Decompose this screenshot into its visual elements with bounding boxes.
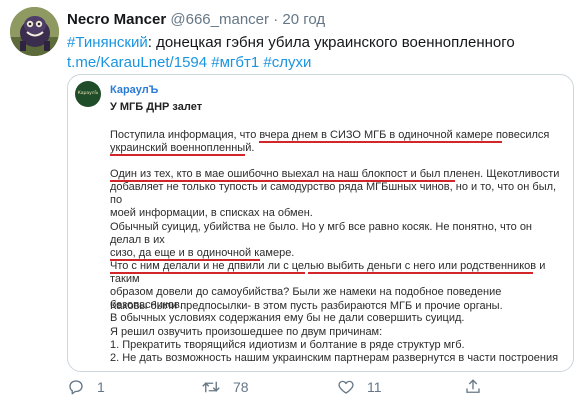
red-underline	[110, 272, 305, 274]
avatar-image	[10, 7, 59, 56]
telegram-screenshot: КараулЪ КараулЪ У МГБ ДНР залет Поступил…	[68, 75, 573, 371]
url-link[interactable]: t.me/KarauLnet/1594	[67, 54, 207, 71]
post-paragraph: Один из тех, кто в мае ошибочно выехал н…	[110, 168, 565, 220]
retweet-count: 78	[233, 379, 249, 395]
post-line: Обычный суицид, убийства не было. Но у м…	[110, 221, 533, 246]
red-underline	[110, 154, 245, 156]
tweet-text: #Тинянский: донецкая гэбня убила украинс…	[67, 33, 577, 73]
red-underline	[110, 180, 455, 182]
post-paragraph: Каковы были предпосылки- в этом пусть ра…	[110, 300, 565, 313]
post-line: 2. Не дать возможность нашим украинским …	[110, 352, 559, 364]
tweet-actions: 1 78 11	[67, 378, 567, 402]
red-underline	[308, 272, 533, 274]
post-line: В обычных условиях содержания ему бы не …	[110, 312, 465, 324]
reply-button[interactable]: 1	[67, 378, 105, 396]
post-line: Я решил озвучить произошедшее по двум пр…	[110, 326, 383, 338]
post-line: добавляет не только тупость и самодурств…	[110, 181, 557, 206]
channel-name: КараулЪ	[110, 84, 159, 96]
retweet-icon	[202, 381, 220, 393]
attached-image[interactable]: КараулЪ КараулЪ У МГБ ДНР залет Поступил…	[67, 74, 574, 372]
post-title: У МГБ ДНР залет	[110, 101, 203, 113]
post-paragraph: Я решил озвучить произошедшее по двум пр…	[110, 326, 565, 365]
share-button[interactable]	[464, 378, 482, 396]
hashtag-link[interactable]: #мгбт1	[211, 54, 259, 71]
user-handle[interactable]: @666_mancer	[170, 11, 269, 28]
like-button[interactable]: 11	[337, 378, 382, 396]
share-icon	[466, 379, 480, 393]
tweet-body: : донецкая гэбня убила украинского военн…	[147, 34, 515, 51]
display-name[interactable]: Necro Mancer	[67, 11, 166, 28]
hashtag-link[interactable]: #Тинянский	[67, 34, 148, 51]
red-underline	[259, 141, 502, 143]
like-count: 11	[367, 379, 382, 395]
channel-logo: КараулЪ	[75, 81, 101, 107]
separator-dot: ·	[273, 11, 279, 28]
timestamp[interactable]: 20 год	[282, 11, 325, 28]
heart-icon	[338, 380, 354, 394]
red-underline	[110, 259, 260, 261]
retweet-button[interactable]: 78	[201, 378, 249, 396]
avatar[interactable]	[10, 7, 59, 56]
post-line: Каковы были предпосылки- в этом пусть ра…	[110, 300, 503, 312]
reply-count: 1	[97, 379, 105, 395]
post-line: 1. Прекратить творящийся идиотизм и болт…	[110, 339, 465, 351]
reply-icon	[69, 380, 83, 395]
post-line: моей информации, в списках на обмен.	[110, 207, 313, 219]
hashtag-link[interactable]: #слухи	[263, 54, 311, 71]
tweet-header: Necro Mancer @666_mancer · 20 год	[67, 10, 325, 29]
